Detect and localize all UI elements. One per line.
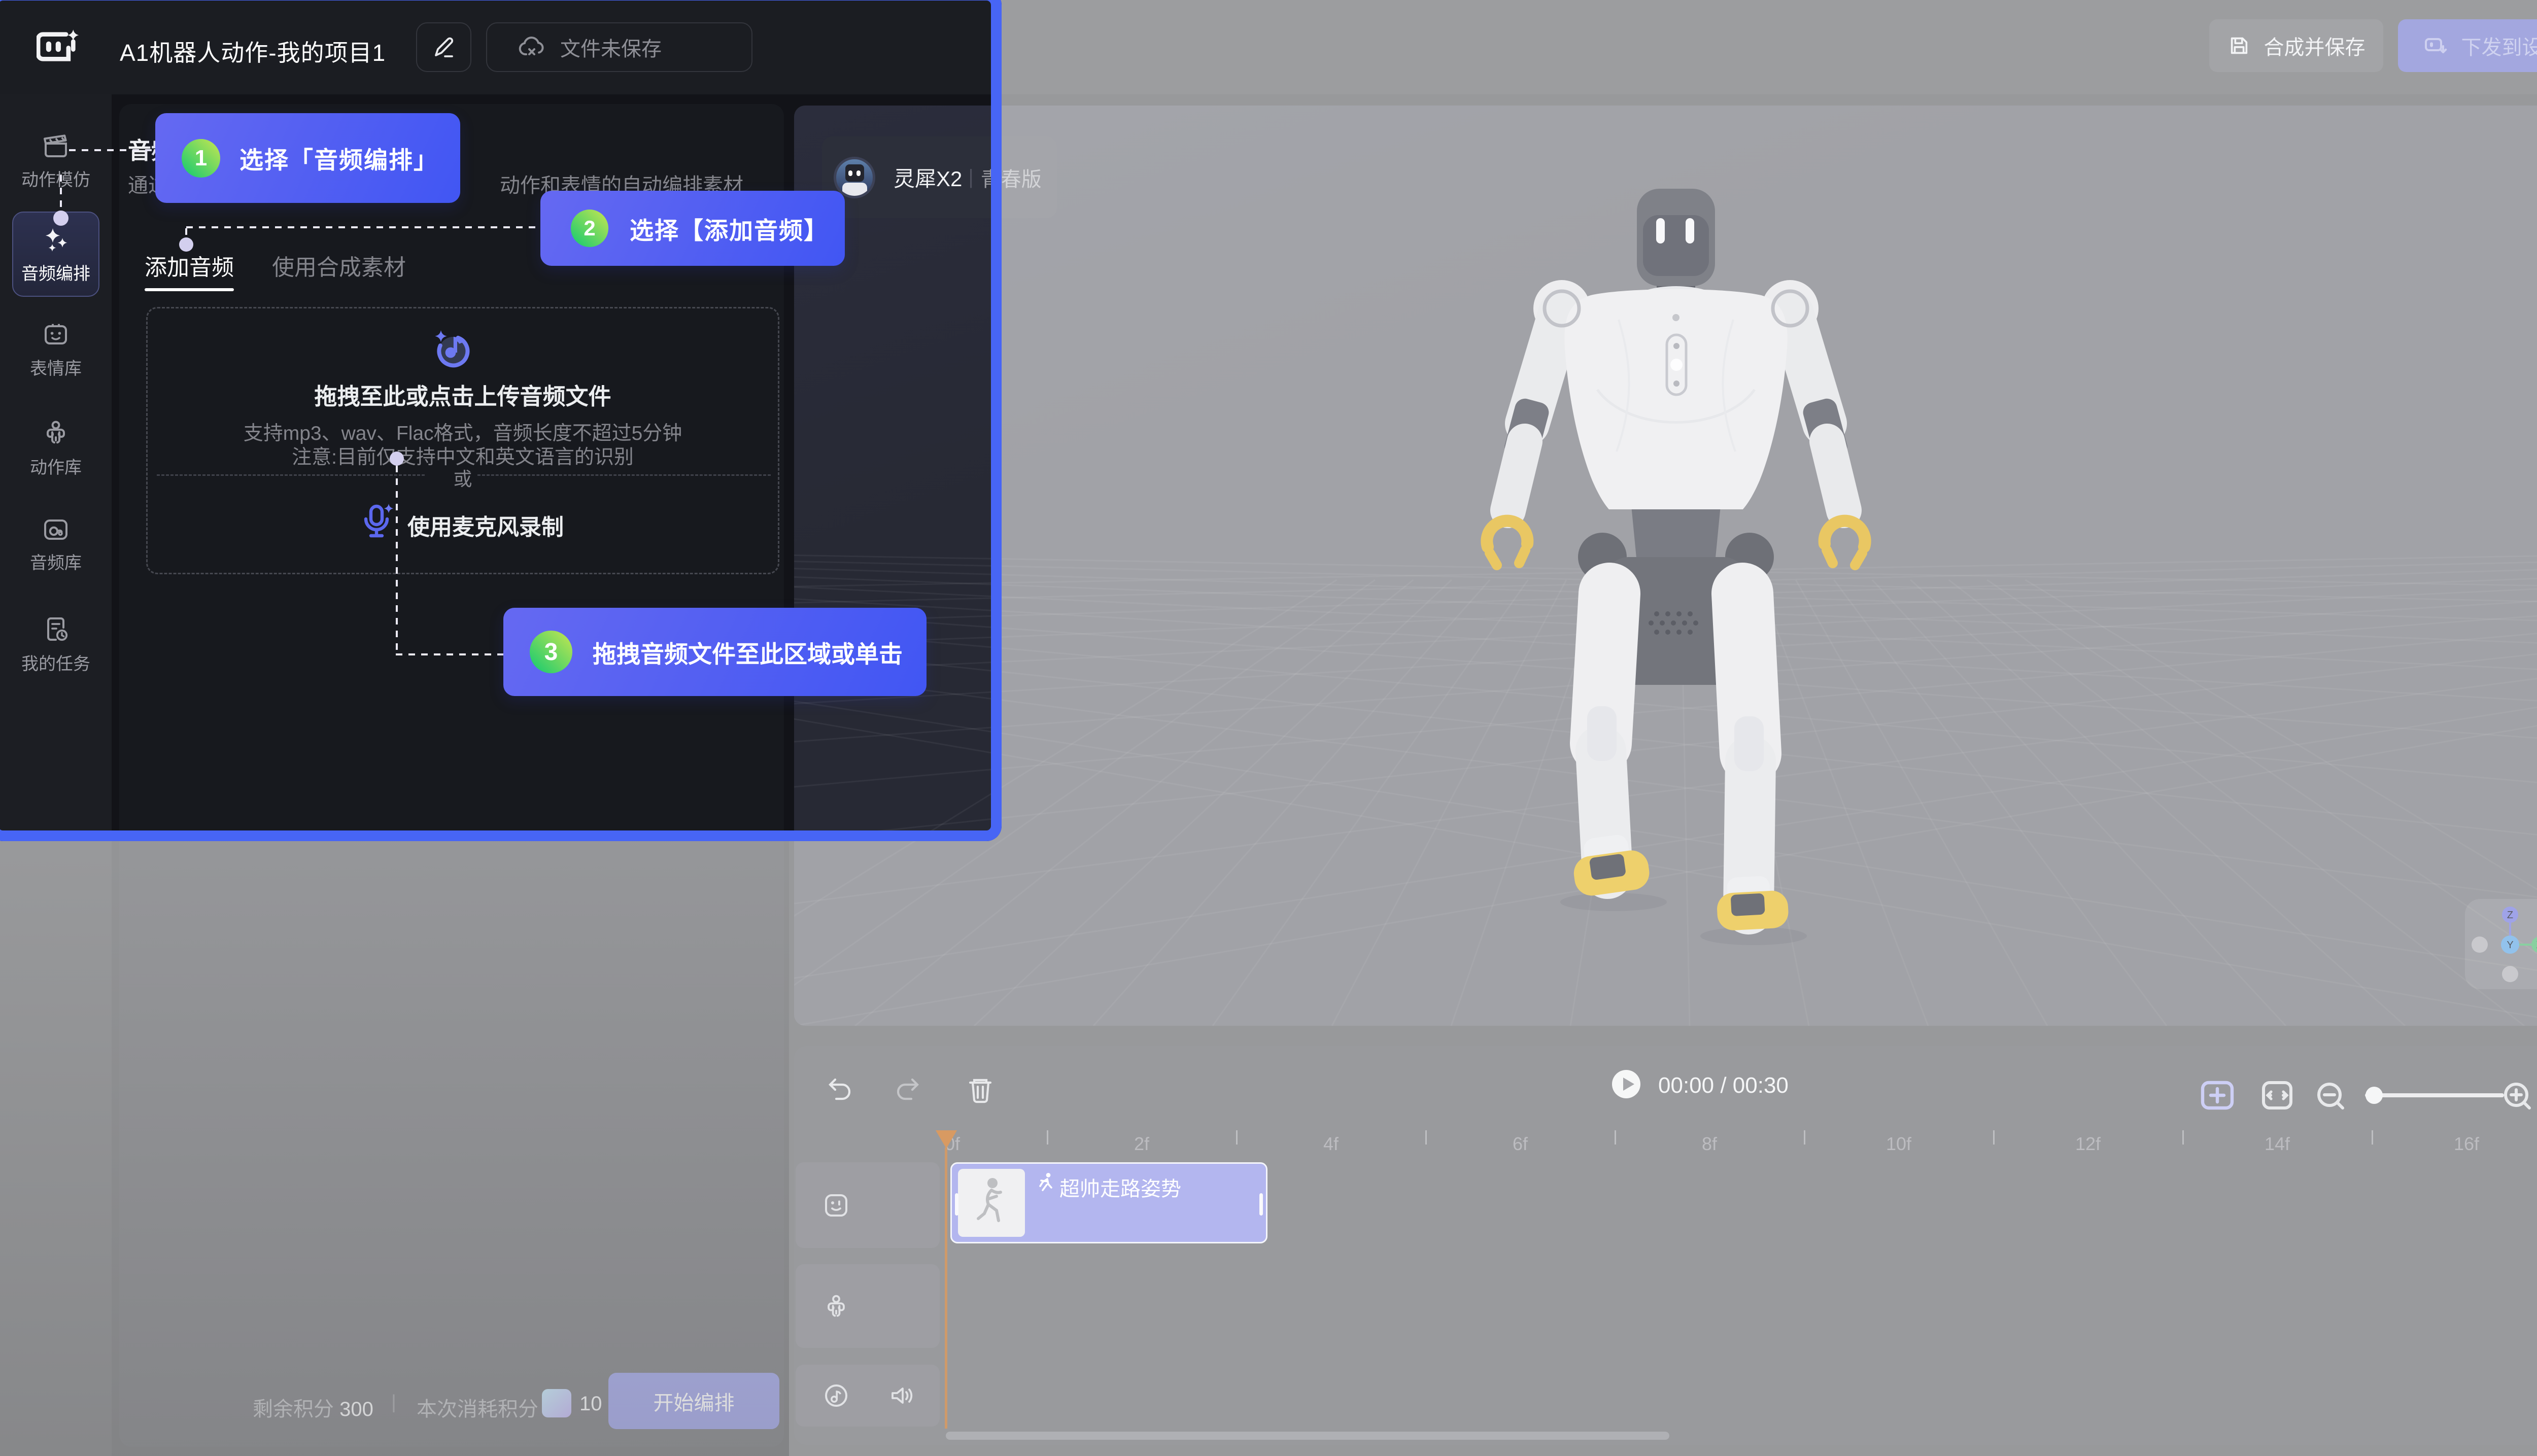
svg-text:Z: Z — [2507, 910, 2513, 921]
svg-text:Y: Y — [2507, 940, 2513, 951]
